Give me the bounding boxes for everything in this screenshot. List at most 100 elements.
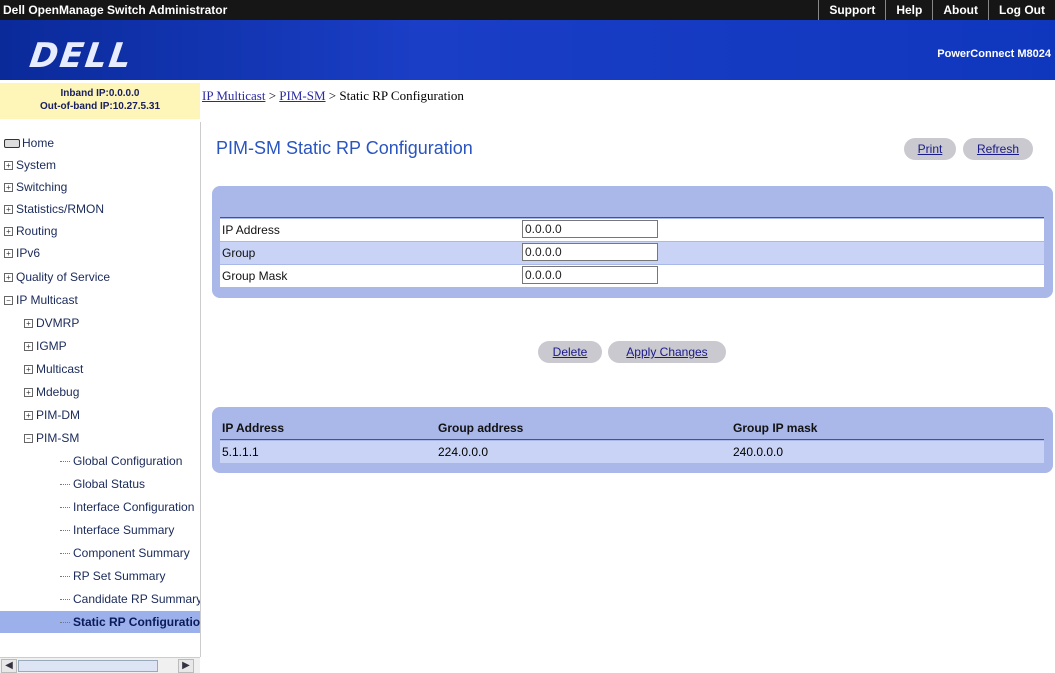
column-header-ip-address: IP Address — [222, 421, 285, 435]
print-button[interactable]: Print — [904, 138, 956, 160]
sidebar-item-multicast[interactable]: + Multicast — [24, 358, 83, 380]
title-bar: Dell OpenManage Switch Administrator Sup… — [0, 0, 1055, 20]
sidebar-item-ipv6[interactable]: + IPv6 — [4, 242, 40, 264]
sidebar-item-label: System — [16, 158, 57, 172]
collapse-icon[interactable]: − — [24, 434, 33, 444]
breadcrumb-pim-sm[interactable]: PIM-SM — [279, 88, 325, 103]
expand-icon[interactable]: + — [24, 365, 33, 375]
ip-info: Inband IP:0.0.0.0 Out-of-band IP:10.27.5… — [0, 83, 200, 119]
column-header-group-ip-mask: Group IP mask — [733, 421, 818, 435]
sidebar-item-candidate-rp-summary[interactable]: Candidate RP Summary — [60, 588, 201, 610]
expand-icon[interactable]: + — [24, 411, 33, 421]
sidebar-item-home[interactable]: Home — [4, 132, 54, 154]
sidebar-item-label: Interface Summary — [73, 523, 175, 537]
scroll-left-icon[interactable]: ◀ — [1, 659, 17, 673]
sidebar-item-rp-set-summary[interactable]: RP Set Summary — [60, 565, 165, 587]
sidebar-item-label: Mdebug — [36, 385, 80, 399]
sidebar-nav: Home + System + Switching + Statistics/RMON… — [0, 122, 201, 657]
table-row: 5.1.1.1 224.0.0.0 240.0.0.0 — [220, 441, 1044, 463]
delete-button[interactable]: Delete — [538, 341, 602, 363]
sidebar-item-component-summary[interactable]: Component Summary — [60, 542, 190, 564]
help-link[interactable]: Help — [885, 0, 932, 20]
sidebar-item-label: PIM-SM — [36, 431, 80, 445]
expand-icon[interactable]: + — [4, 249, 13, 259]
sidebar-item-label: Interface Configuration — [73, 500, 195, 514]
sidebar-item-label: Switching — [16, 180, 68, 194]
sidebar-item-interface-summary[interactable]: Interface Summary — [60, 519, 174, 541]
model-name: PowerConnect M8024 — [937, 48, 1051, 60]
expand-icon[interactable]: + — [24, 388, 33, 398]
sidebar-item-qos[interactable]: + Quality of Service — [4, 266, 110, 288]
logout-link[interactable]: Log Out — [988, 0, 1055, 20]
breadcrumb-current: Static RP Configuration — [339, 88, 464, 103]
group-mask-input[interactable]: 0.0.0.0 — [522, 266, 658, 284]
sidebar-item-statistics[interactable]: + Statistics/RMON — [4, 198, 104, 220]
sidebar-item-label: Home — [22, 136, 55, 150]
sidebar-item-label: Candidate RP Summary — [73, 592, 201, 606]
sidebar-item-label: Statistics/RMON — [16, 202, 105, 216]
group-mask-row: Group Mask 0.0.0.0 — [220, 265, 1044, 287]
sidebar-item-global-status[interactable]: Global Status — [60, 473, 145, 495]
ip-address-row: IP Address 0.0.0.0 — [220, 219, 1044, 241]
sidebar-item-switching[interactable]: + Switching — [4, 176, 67, 198]
sidebar-item-dvmrp[interactable]: + DVMRP — [24, 312, 79, 334]
sidebar-item-pim-dm[interactable]: + PIM-DM — [24, 404, 80, 426]
group-mask-label: Group Mask — [222, 269, 288, 283]
sidebar-item-label: Static RP Configuration — [73, 615, 201, 629]
sidebar-item-interface-configuration[interactable]: Interface Configuration — [60, 496, 194, 518]
expand-icon[interactable]: + — [24, 319, 33, 329]
sidebar-item-label: Component Summary — [73, 546, 190, 560]
column-header-group-address: Group address — [438, 421, 524, 435]
ip-address-label: IP Address — [222, 223, 280, 237]
sidebar-item-label: PIM-DM — [36, 408, 80, 422]
banner: DELL PowerConnect M8024 — [0, 20, 1055, 80]
expand-icon[interactable]: + — [4, 273, 13, 283]
refresh-button[interactable]: Refresh — [963, 138, 1033, 160]
sidebar-item-label: Global Status — [73, 477, 146, 491]
collapse-icon[interactable]: − — [4, 296, 13, 306]
sidebar-item-label: IP Multicast — [16, 293, 78, 307]
group-row: Group 0.0.0.0 — [220, 242, 1044, 264]
group-input[interactable]: 0.0.0.0 — [522, 243, 658, 261]
home-icon — [4, 139, 20, 149]
table-cell: 224.0.0.0 — [438, 445, 489, 459]
scroll-right-icon[interactable]: ▶ — [178, 659, 194, 673]
scroll-thumb[interactable] — [18, 660, 158, 672]
expand-icon[interactable]: + — [4, 205, 13, 215]
sidebar-item-label: Multicast — [36, 362, 84, 376]
expand-icon[interactable]: + — [4, 183, 13, 193]
app-title: Dell OpenManage Switch Administrator — [3, 3, 228, 17]
sidebar-item-label: Global Configuration — [73, 454, 183, 468]
apply-changes-button[interactable]: Apply Changes — [608, 341, 726, 363]
sidebar-scrollbar[interactable]: ◀ ▶ — [0, 657, 200, 673]
expand-icon[interactable]: + — [24, 342, 33, 352]
breadcrumb: IP Multicast > PIM-SM > Static RP Config… — [202, 88, 464, 103]
sidebar-item-mdebug[interactable]: + Mdebug — [24, 381, 79, 403]
sidebar-item-label: Quality of Service — [16, 270, 111, 284]
expand-icon[interactable]: + — [4, 161, 13, 171]
dell-logo: DELL — [27, 36, 136, 76]
sidebar-item-igmp[interactable]: + IGMP — [24, 335, 67, 357]
sidebar-item-system[interactable]: + System — [4, 154, 56, 176]
sidebar-item-label: RP Set Summary — [73, 569, 166, 583]
outband-ip: Out-of-band IP:10.27.5.31 — [39, 101, 161, 112]
results-panel — [212, 407, 1053, 473]
about-link[interactable]: About — [932, 0, 988, 20]
sidebar-item-static-rp-configuration[interactable]: Static RP Configuration — [0, 611, 200, 633]
expand-icon[interactable]: + — [4, 227, 13, 237]
sidebar-item-routing[interactable]: + Routing — [4, 220, 57, 242]
sidebar-item-label: DVMRP — [36, 316, 80, 330]
inband-ip: Inband IP:0.0.0.0 — [60, 88, 140, 99]
table-cell: 5.1.1.1 — [222, 445, 259, 459]
breadcrumb-ip-multicast[interactable]: IP Multicast — [202, 88, 265, 103]
sidebar-item-pim-sm[interactable]: − PIM-SM — [24, 427, 79, 449]
ip-address-input[interactable]: 0.0.0.0 — [522, 220, 658, 238]
sidebar-item-label: IPv6 — [16, 246, 41, 260]
top-nav: Support Help About Log Out — [818, 0, 1055, 20]
page-title: PIM-SM Static RP Configuration — [216, 138, 473, 158]
support-link[interactable]: Support — [818, 0, 885, 20]
sidebar-item-global-configuration[interactable]: Global Configuration — [60, 450, 182, 472]
table-cell: 240.0.0.0 — [733, 445, 784, 459]
sidebar-item-ip-multicast[interactable]: − IP Multicast — [4, 289, 78, 311]
sidebar-item-label: Routing — [16, 224, 58, 238]
